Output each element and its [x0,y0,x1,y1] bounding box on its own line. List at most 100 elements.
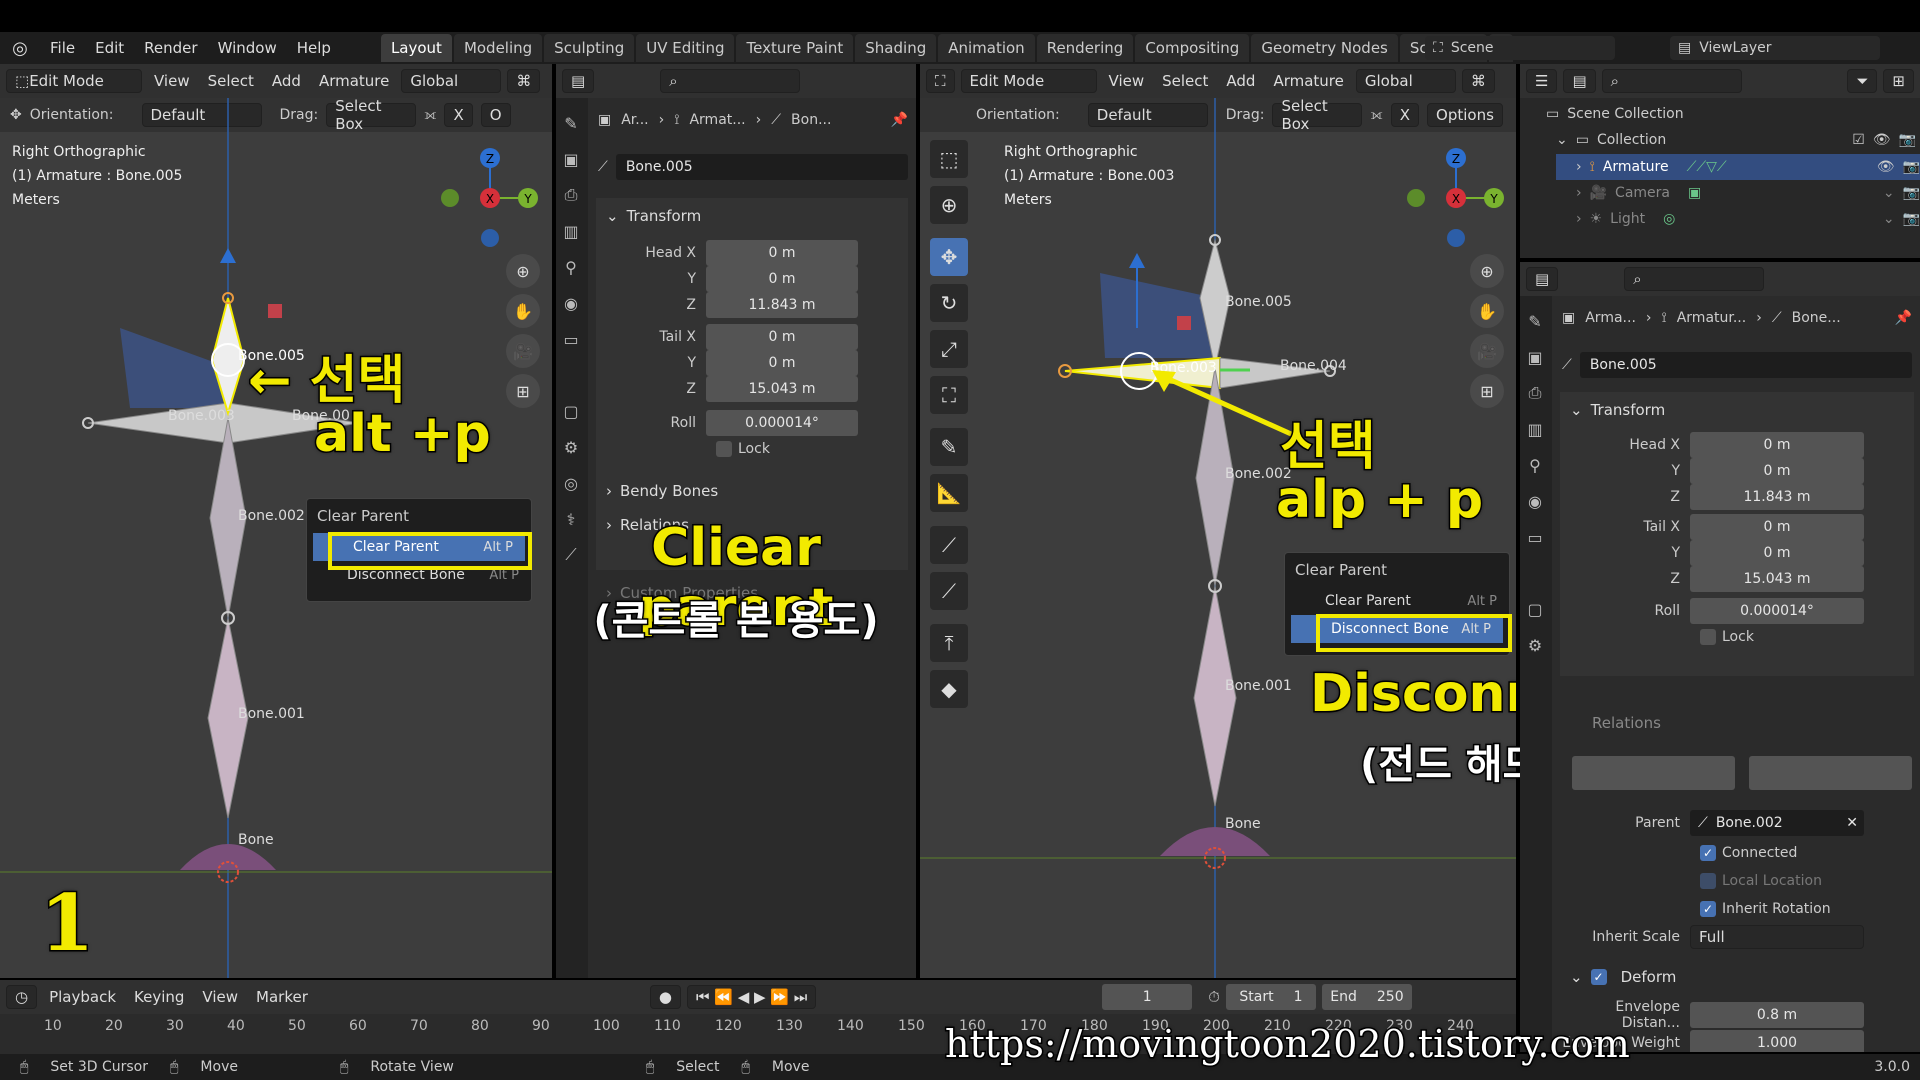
armature-eye-icon[interactable]: 👁 [1877,159,1895,175]
start-frame-field[interactable]: Start 1 [1225,984,1316,1010]
tab-rendering[interactable]: Rendering [1036,34,1134,62]
parent-field[interactable]: ⟋ Bone.002 ✕ [1690,810,1864,836]
outliner-camera-row[interactable]: › 🎥 Camera ▣ ⌄ 📷 [1576,180,1920,206]
right-roll-field[interactable]: 0.000014° [1690,598,1864,624]
right-bone-name-field[interactable]: Bone.005 [1579,352,1912,378]
local-location-checkbox[interactable] [1700,873,1716,889]
right-clear-parent-item[interactable]: Clear Parent Alt P [1285,587,1509,615]
timeline-marker-menu[interactable]: Marker [250,988,314,1006]
outliner-armature-row[interactable]: › ⟟ Armature ⟋⟋▽⟋ 👁 📷 [1556,154,1920,180]
right-props-search-field[interactable]: ⌕ [1624,267,1765,291]
pin-icon[interactable]: 📌 [891,112,908,128]
tab-animation[interactable]: Animation [938,34,1035,62]
r-output-tab-icon[interactable]: ⎙ [1520,378,1550,408]
right-bone-001[interactable] [1193,585,1237,807]
mid-head-z-field[interactable]: 11.843 m [706,292,858,318]
record-icon[interactable]: ● [649,985,681,1009]
right-menu-view[interactable]: View [1103,72,1151,90]
r-pin-icon[interactable]: 📌 [1895,310,1912,326]
inherit-rotation-checkbox[interactable]: ✓ [1700,901,1716,917]
left-transform-dropdown[interactable]: Global [401,69,502,93]
connected-checkbox[interactable]: ✓ [1700,845,1716,861]
r-modifier-tab-icon[interactable]: ⚙ [1520,630,1550,660]
left-menu-select[interactable]: Select [202,72,260,90]
right-lock-checkbox[interactable] [1700,629,1716,645]
right-transform-dropdown[interactable]: Global [1355,69,1456,93]
left-menu-view[interactable]: View [148,72,196,90]
r-view-layer-tab-icon[interactable]: ▥ [1520,414,1550,444]
r-collection-tab-icon[interactable]: ▭ [1520,522,1550,552]
menu-render[interactable]: Render [134,39,207,57]
menu-edit[interactable]: Edit [85,39,134,57]
mid-tail-z-field[interactable]: 15.043 m [706,376,858,402]
tab-layout[interactable]: Layout [380,34,452,62]
left-mode-dropdown[interactable]: ⬚ Edit Mode [6,69,142,93]
r-scene-tab-icon[interactable]: ⚲ [1520,450,1550,480]
world-tab-icon[interactable]: ◉ [556,288,586,318]
tab-compositing[interactable]: Compositing [1135,34,1250,62]
mid-transform-header[interactable]: ⌄ Transform [596,198,908,234]
right-head-x-field[interactable]: 0 m [1690,432,1864,458]
mid-head-x-field[interactable]: 0 m [706,240,858,266]
mid-editor-type-icon[interactable]: ▤ [562,69,595,93]
deform-checkbox[interactable]: ✓ [1590,969,1607,985]
clear-parent-x-icon[interactable]: ✕ [1846,815,1858,831]
tab-modeling[interactable]: Modeling [453,34,543,62]
r-tool-tab-icon[interactable]: ✎ [1520,306,1550,336]
right-transform-header[interactable]: ⌄ Transform [1560,392,1914,428]
mid-head-y-field[interactable]: 0 m [706,266,858,292]
right-tail-z-field[interactable]: 15.043 m [1690,566,1864,592]
left-snap-icon[interactable]: ⌘ [507,69,541,93]
light-camera-icon[interactable]: 📷 [1903,211,1920,227]
inherit-scale-dropdown[interactable]: Full [1690,925,1864,949]
tab-shading[interactable]: Shading [855,34,937,62]
right-head-y-field[interactable]: 0 m [1690,458,1864,484]
left-menu-armature[interactable]: Armature [313,72,395,90]
menu-window[interactable]: Window [208,39,287,57]
current-frame-field[interactable]: 1 [1102,984,1193,1010]
scene-collection-row[interactable]: ▭ Scene Collection [1546,102,1684,126]
collection-camera-icon[interactable]: 📷 [1899,132,1916,148]
tab-uv-editing[interactable]: UV Editing [636,34,735,62]
r-render-tab-icon[interactable]: ▣ [1520,342,1550,372]
mid-lock-checkbox[interactable] [716,441,732,457]
outliner-search-field[interactable]: ⌕ [1601,69,1742,93]
render-tab-icon[interactable]: ▣ [556,144,586,174]
output-tab-icon[interactable]: ⎙ [556,180,586,210]
right-props-editor-type-icon[interactable]: ▤ [1526,267,1559,291]
right-viewport[interactable]: Orientation: Default Drag: Select Box ⟗ … [920,98,1516,978]
mid-tail-x-field[interactable]: 0 m [706,324,858,350]
collection-eye-icon[interactable]: 👁 [1873,132,1891,148]
viewlayer-selector[interactable]: ▤ ViewLayer [1670,36,1880,60]
timeline-playback-menu[interactable]: Playback [43,988,122,1006]
end-frame-field[interactable]: End 250 [1321,984,1412,1010]
right-menu-select[interactable]: Select [1156,72,1214,90]
scene-tab-icon[interactable]: ⚲ [556,252,586,282]
playback-controls[interactable]: ⏮ ⏪ ◀ ▶ ⏩ ⏭ [686,985,817,1009]
camera-camera-icon[interactable]: 📷 [1903,185,1920,201]
filter-icon[interactable]: ⏷ [1847,69,1878,93]
r-object-tab-icon[interactable]: ▢ [1520,594,1550,624]
left-menu-add[interactable]: Add [266,72,307,90]
right-relations-header[interactable]: Relations [1592,714,1661,732]
right-tail-x-field[interactable]: 0 m [1690,514,1864,540]
armature-camera-icon[interactable]: 📷 [1903,159,1920,175]
menu-file[interactable]: File [40,39,85,57]
mid-tail-y-field[interactable]: 0 m [706,350,858,376]
blender-logo-icon[interactable]: ◎ [0,38,40,59]
collection-tab-icon[interactable]: ▭ [556,324,586,354]
right-tail-y-field[interactable]: 0 m [1690,540,1864,566]
object-tab-icon[interactable]: ▢ [556,396,586,426]
left-viewport[interactable]: ✥ Orientation: Default Drag: Select Box … [0,98,552,978]
mid-bendy-bones-header[interactable]: › Bendy Bones [606,482,718,500]
right-mode-dropdown[interactable]: Edit Mode [960,69,1097,93]
physics-tab-icon[interactable]: ◎ [556,468,586,498]
tool-tab-icon[interactable]: ✎ [556,108,586,138]
r-world-tab-icon[interactable]: ◉ [1520,486,1550,516]
menu-help[interactable]: Help [287,39,341,57]
mid-roll-field[interactable]: 0.000014° [706,410,858,436]
envelope-weight-field[interactable]: 1.000 [1690,1030,1864,1052]
right-head-z-field[interactable]: 11.843 m [1690,484,1864,510]
envelope-distance-field[interactable]: 0.8 m [1690,1002,1864,1028]
scene-selector[interactable]: ⛶ Scene [1425,36,1615,60]
